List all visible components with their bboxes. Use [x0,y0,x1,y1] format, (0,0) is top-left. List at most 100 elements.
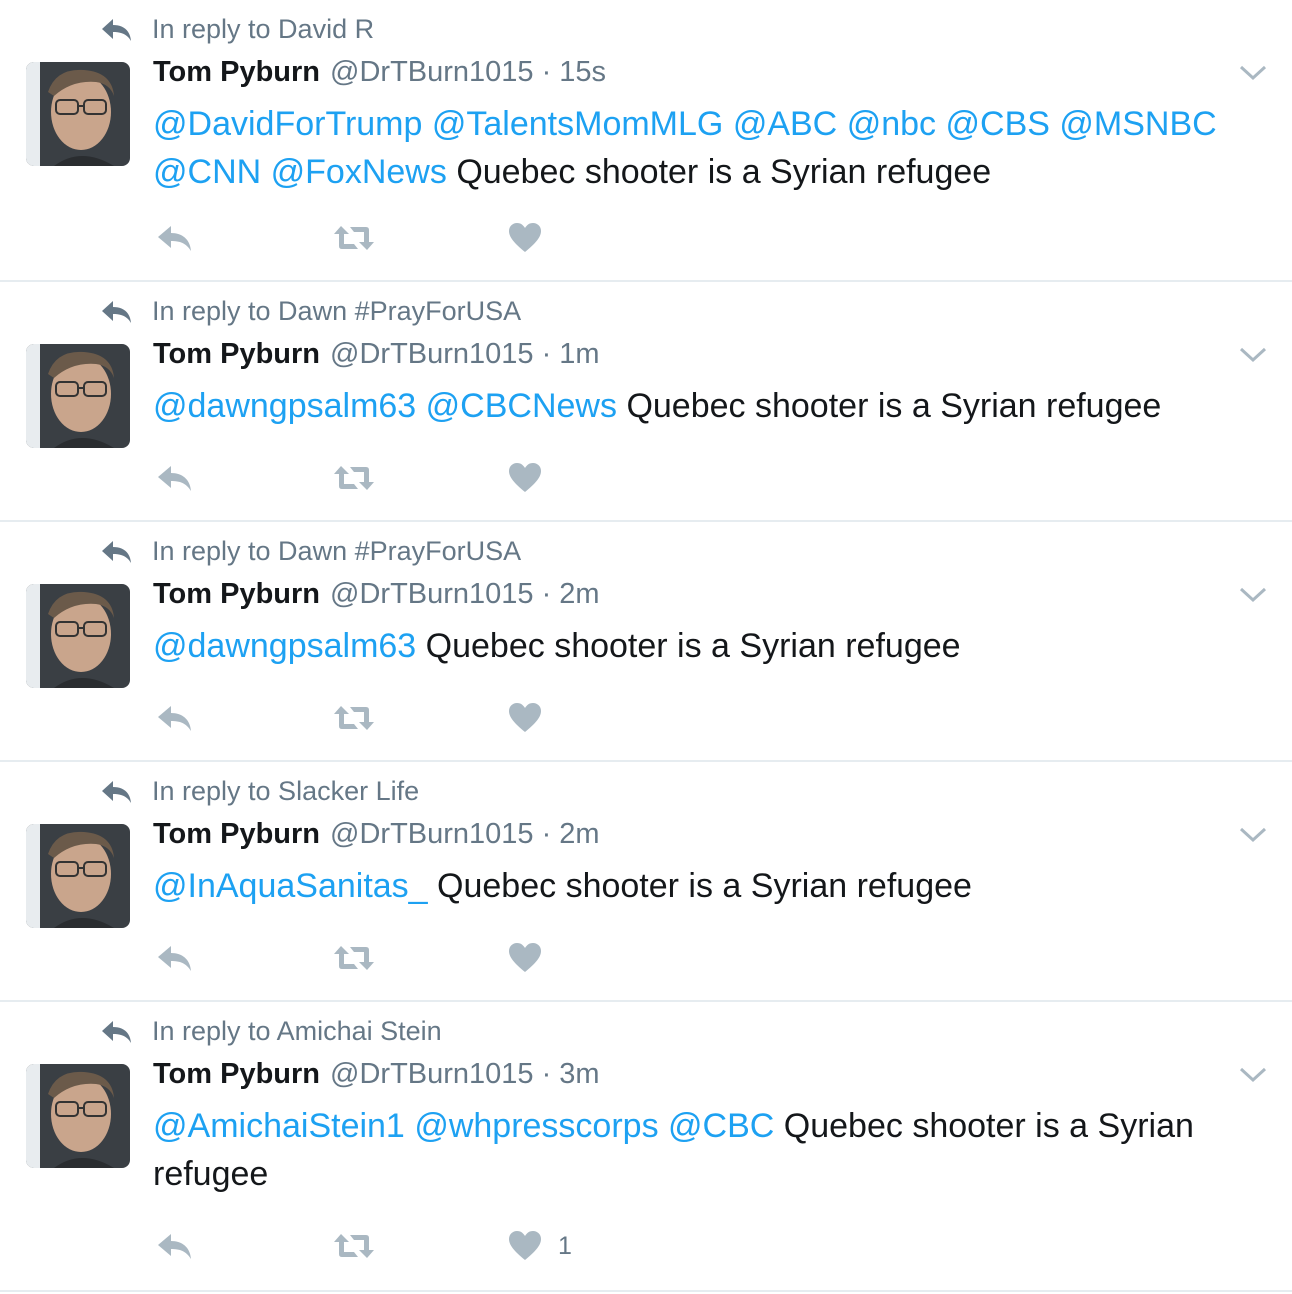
timestamp[interactable]: 2m [559,818,599,851]
user-handle[interactable]: @DrTBurn1015 [330,1058,534,1091]
user-name[interactable]: Tom Pyburn [153,1058,320,1091]
mention-link[interactable]: @CBC [668,1107,774,1145]
chevron-down-icon[interactable] [1238,1064,1268,1086]
avatar[interactable] [26,344,130,448]
heart-icon [509,943,541,972]
reply-context-label: In reply to Amichai Stein [152,1016,442,1046]
avatar[interactable] [26,824,130,928]
user-handle[interactable]: @DrTBurn1015 [330,818,534,851]
like-button[interactable] [508,460,542,496]
retweet-icon [334,1234,374,1258]
avatar[interactable] [26,584,130,688]
retweet-icon [334,226,374,250]
retweet-button[interactable] [332,460,508,496]
reply-context[interactable]: In reply to Dawn #PrayForUSA [100,536,521,567]
reply-context[interactable]: In reply to Amichai Stein [100,1016,442,1047]
tweet-header: Tom Pyburn @DrTBurn1015 · 3m [153,1058,600,1091]
mention-link[interactable]: @MSNBC [1059,105,1216,143]
reply-button[interactable] [156,460,332,496]
retweet-button[interactable] [332,1228,508,1264]
reply-context-label: In reply to Dawn #PrayForUSA [152,296,522,326]
heart-icon [509,703,541,732]
tweet-header: Tom Pyburn @DrTBurn1015 · 1m [153,338,600,371]
tweet-actions [156,460,542,496]
avatar[interactable] [26,62,130,166]
retweet-icon [334,466,374,490]
timestamp[interactable]: 3m [559,1058,599,1091]
like-button[interactable]: 1 [508,1228,572,1264]
tweet-body: Quebec shooter is a Syrian refugee [425,627,961,665]
mention-link[interactable]: @nbc [847,105,936,143]
mention-link[interactable]: @dawngpsalm63 [153,627,416,665]
user-name[interactable]: Tom Pyburn [153,818,320,851]
tweet[interactable]: In reply to Dawn #PrayForUSA Tom Pyburn … [0,282,1292,522]
reply-icon [158,706,191,731]
reply-icon [158,226,191,251]
mention-link[interactable]: @FoxNews [271,153,447,191]
tweet-actions [156,220,542,256]
reply-context[interactable]: In reply to Slacker Life [100,776,419,807]
like-button[interactable] [508,700,542,736]
timestamp[interactable]: 15s [559,56,606,89]
tweet-header: Tom Pyburn @DrTBurn1015 · 2m [153,578,600,611]
tweet[interactable]: In reply to Dawn #PrayForUSA Tom Pyburn … [0,522,1292,762]
reply-context-icon [100,16,134,44]
tweet-text: @InAquaSanitas_ Quebec shooter is a Syri… [153,862,1253,910]
reply-button[interactable] [156,940,332,976]
retweet-button[interactable] [332,220,508,256]
mention-link[interactable]: @whpresscorps [414,1107,658,1145]
like-count: 1 [558,1231,572,1260]
mention-link[interactable]: @CBCNews [426,387,617,425]
tweet[interactable]: In reply to Amichai Stein Tom Pyburn @Dr… [0,1002,1292,1292]
reply-context[interactable]: In reply to David R [100,14,374,45]
chevron-down-icon[interactable] [1238,62,1268,84]
mention-link[interactable]: @DavidForTrump [153,105,422,143]
tweet-actions [156,700,542,736]
tweet[interactable]: In reply to David R Tom Pyburn @DrTBurn1… [0,0,1292,282]
tweet-feed: In reply to David R Tom Pyburn @DrTBurn1… [0,0,1292,1292]
user-handle[interactable]: @DrTBurn1015 [330,578,534,611]
reply-button[interactable] [156,700,332,736]
heart-icon [509,223,541,252]
user-handle[interactable]: @DrTBurn1015 [330,338,534,371]
avatar[interactable] [26,1064,130,1168]
reply-context-icon [100,778,134,806]
retweet-icon [334,706,374,730]
retweet-button[interactable] [332,940,508,976]
heart-icon [509,463,541,492]
mention-link[interactable]: @CNN [153,153,261,191]
heart-icon [509,1231,541,1260]
mention-link[interactable]: @TalentsMomMLG [432,105,723,143]
chevron-down-icon[interactable] [1238,344,1268,366]
mention-link[interactable]: @AmichaiStein1 [153,1107,405,1145]
timestamp[interactable]: 1m [559,338,599,371]
mention-link[interactable]: @CBS [946,105,1050,143]
user-name[interactable]: Tom Pyburn [153,56,320,89]
like-button[interactable] [508,940,542,976]
separator-dot: · [541,338,552,370]
reply-context[interactable]: In reply to Dawn #PrayForUSA [100,296,521,327]
mention-link[interactable]: @ABC [733,105,837,143]
reply-button[interactable] [156,1228,332,1264]
retweet-button[interactable] [332,700,508,736]
retweet-icon [334,946,374,970]
reply-context-icon [100,298,134,326]
separator-dot: · [541,818,552,850]
reply-context-icon [100,538,134,566]
timestamp[interactable]: 2m [559,578,599,611]
tweet-header: Tom Pyburn @DrTBurn1015 · 15s [153,56,606,89]
reply-button[interactable] [156,220,332,256]
tweet[interactable]: In reply to Slacker Life Tom Pyburn @DrT… [0,762,1292,1002]
chevron-down-icon[interactable] [1238,584,1268,606]
user-name[interactable]: Tom Pyburn [153,578,320,611]
user-handle[interactable]: @DrTBurn1015 [330,56,534,89]
tweet-text: @AmichaiStein1 @whpresscorps @CBC Quebec… [153,1102,1253,1198]
tweet-actions: 1 [156,1228,572,1264]
tweet-body: Quebec shooter is a Syrian refugee [456,153,992,191]
mention-link[interactable]: @dawngpsalm63 [153,387,416,425]
mention-link[interactable]: @InAquaSanitas_ [153,867,428,905]
chevron-down-icon[interactable] [1238,824,1268,846]
reply-icon [158,1234,191,1259]
user-name[interactable]: Tom Pyburn [153,338,320,371]
like-button[interactable] [508,220,542,256]
